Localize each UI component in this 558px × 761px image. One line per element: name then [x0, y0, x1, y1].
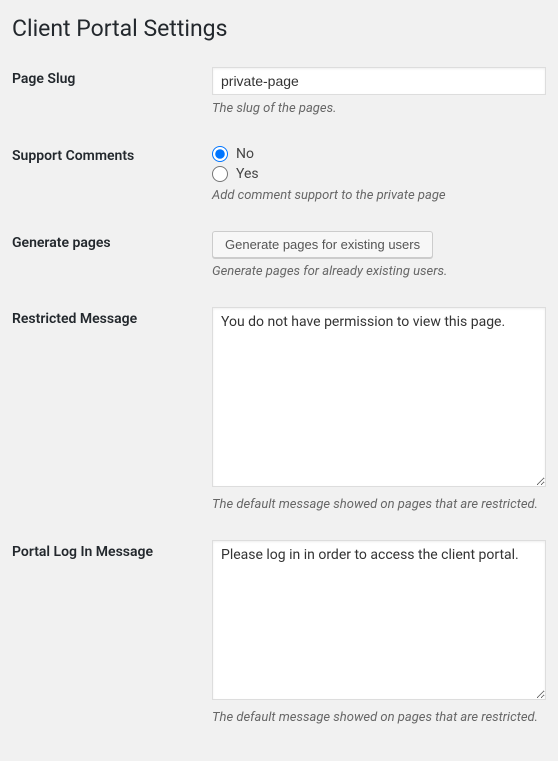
page-title: Client Portal Settings — [12, 10, 546, 47]
row-login-message: Portal Log In Message Please log in in o… — [12, 540, 546, 725]
login-message-textarea[interactable]: Please log in in order to access the cli… — [212, 540, 546, 700]
radio-no[interactable] — [212, 146, 228, 162]
radio-no-label: No — [236, 146, 254, 162]
field-restricted-message: You do not have permission to view this … — [212, 307, 546, 512]
login-message-description: The default message showed on pages that… — [212, 710, 546, 725]
field-login-message: Please log in in order to access the cli… — [212, 540, 546, 725]
settings-form: Page Slug The slug of the pages. Support… — [12, 67, 546, 725]
radio-yes-label: Yes — [236, 166, 259, 182]
radio-yes[interactable] — [212, 166, 228, 182]
label-page-slug: Page Slug — [12, 67, 212, 87]
support-comments-description: Add comment support to the private page — [212, 188, 546, 203]
page-slug-input[interactable] — [212, 67, 546, 95]
generate-pages-button[interactable]: Generate pages for existing users — [212, 231, 433, 258]
field-generate-pages: Generate pages for existing users Genera… — [212, 231, 546, 279]
label-support-comments: Support Comments — [12, 144, 212, 164]
generate-pages-description: Generate pages for already existing user… — [212, 264, 546, 279]
field-support-comments: No Yes Add comment support to the privat… — [212, 144, 546, 203]
radio-item-yes[interactable]: Yes — [212, 166, 546, 182]
label-generate-pages: Generate pages — [12, 231, 212, 251]
restricted-message-description: The default message showed on pages that… — [212, 497, 546, 512]
page-slug-description: The slug of the pages. — [212, 101, 546, 116]
label-login-message: Portal Log In Message — [12, 540, 212, 560]
radio-item-no[interactable]: No — [212, 146, 546, 162]
row-generate-pages: Generate pages Generate pages for existi… — [12, 231, 546, 279]
row-restricted-message: Restricted Message You do not have permi… — [12, 307, 546, 512]
label-restricted-message: Restricted Message — [12, 307, 212, 327]
row-support-comments: Support Comments No Yes Add comment supp… — [12, 144, 546, 203]
restricted-message-textarea[interactable]: You do not have permission to view this … — [212, 307, 546, 487]
support-comments-radio-group: No Yes — [212, 146, 546, 182]
field-page-slug: The slug of the pages. — [212, 67, 546, 116]
row-page-slug: Page Slug The slug of the pages. — [12, 67, 546, 116]
